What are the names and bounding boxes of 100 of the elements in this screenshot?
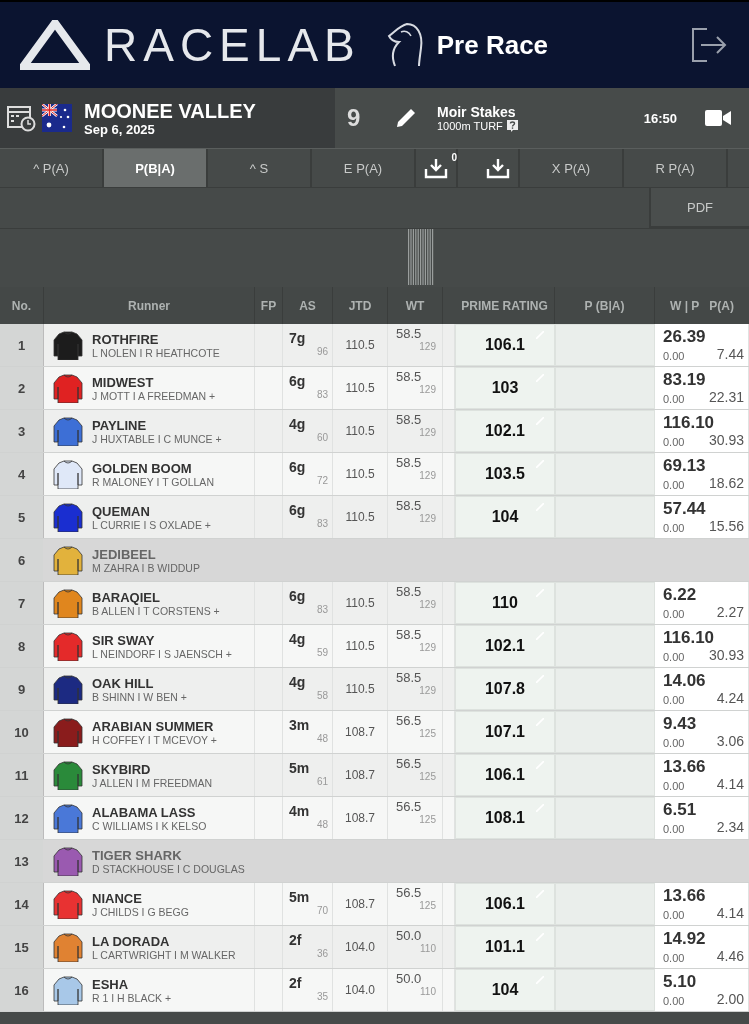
runner-number: 16 — [0, 969, 44, 1011]
jtd-value: 108.7 — [345, 768, 375, 782]
pdf-button[interactable]: PDF — [649, 188, 749, 228]
video-camera-icon[interactable] — [705, 109, 731, 127]
place-price: 0.00 — [663, 736, 685, 749]
weight-sub: 129 — [419, 685, 436, 696]
horse-name: ESHA — [92, 976, 130, 992]
weight-sub: 129 — [419, 384, 436, 395]
prime-rating-cell[interactable]: 106.1 — [455, 883, 555, 925]
prime-rating-cell[interactable]: 101.1 — [455, 926, 555, 968]
rating-sub: 59 — [316, 647, 328, 658]
rating-sub: 48 — [316, 819, 328, 830]
table-row[interactable]: 3 PAYLINE J HUXTABLE I C MUNCE + 4g 60 110.5 58.5 129 102.1 116.10 0.00 30.93 — [0, 410, 749, 453]
prime-rating: 110 — [492, 594, 518, 612]
weight-sub: 129 — [419, 599, 436, 610]
rating-sub: 61 — [316, 776, 328, 787]
table-row[interactable]: 12 ALABAMA LASS C WILLIAMS I K KELSO 4m 48 108.7 56.5 125 108.1 6.51 0.00 2.34 — [0, 797, 749, 840]
age-sex: 6g — [289, 373, 307, 389]
age-sex: 4g — [289, 631, 307, 647]
jockey-trainer: J MOTT I A FREEDMAN + — [92, 389, 216, 402]
jersey-icon — [52, 975, 84, 1005]
age-sex: 6g — [289, 459, 307, 475]
table-row[interactable]: 11 SKYBIRD J ALLEN I M FREEDMAN 5m 61 108.7 56.5 125 106.1 13.66 0.00 4.14 — [0, 754, 749, 797]
p-a-value: 30.93 — [708, 646, 744, 663]
prime-rating: 107.1 — [484, 723, 525, 741]
prime-rating: 107.8 — [484, 680, 525, 698]
weight-sub: 129 — [419, 427, 436, 438]
win-price: 116.10 — [663, 629, 716, 647]
runner-number: 10 — [0, 711, 44, 753]
calendar-clock-icon[interactable] — [6, 104, 36, 132]
tab[interactable]: P(B|A) — [104, 149, 208, 187]
column-header: W | P — [670, 298, 700, 313]
place-price: 0.00 — [663, 951, 685, 964]
jersey-icon — [52, 631, 84, 661]
jockey-trainer: R MALONEY I T GOLLAN — [92, 475, 214, 488]
prime-rating-cell[interactable]: 107.1 — [455, 711, 555, 753]
table-row[interactable]: 1 ROTHFIRE L NOLEN I R HEATHCOTE 7g 96 110.5 58.5 129 106.1 26.39 0.00 7.44 — [0, 324, 749, 367]
prime-rating-cell[interactable]: 104 — [455, 496, 555, 538]
jersey-icon — [52, 932, 84, 962]
prime-rating-cell[interactable]: 106.1 — [455, 324, 555, 366]
prime-rating: 104 — [491, 508, 519, 526]
weight: 58.5 — [396, 326, 423, 341]
prime-rating-cell[interactable]: 103.5 — [455, 453, 555, 495]
runner-number: 14 — [0, 883, 44, 925]
table-row[interactable]: 16 ESHA R 1 I H BLACK + 2f 35 104.0 50.0 110 104 5.10 0.00 2.00 — [0, 969, 749, 1012]
win-price: 69.13 — [663, 457, 707, 475]
jtd-value: 110.5 — [345, 381, 375, 395]
jockey-trainer: B ALLEN I T CORSTENS + — [92, 604, 220, 617]
prime-rating-cell[interactable]: 110 — [455, 582, 555, 624]
weight: 58.5 — [396, 584, 423, 599]
jtd-value: 110.5 — [345, 510, 375, 524]
weight-sub: 129 — [419, 642, 436, 653]
weight: 58.5 — [396, 627, 423, 642]
column-header: PRIME RATING — [461, 298, 548, 313]
prime-rating-cell[interactable]: 102.1 — [455, 410, 555, 452]
australian-flag-icon — [42, 104, 72, 132]
column-header: No. — [11, 298, 32, 313]
horse-name: TIGER SHARK — [92, 847, 183, 863]
horse-name: BARAQIEL — [92, 589, 161, 605]
table-row[interactable]: 14 NIANCE J CHILDS I G BEGG 5m 70 108.7 56.5 125 106.1 13.66 0.00 4.14 — [0, 883, 749, 926]
p-a-value: 22.31 — [708, 388, 744, 405]
table-row[interactable]: 6 JEDIBEEL M ZAHRA I B WIDDUP — [0, 539, 749, 582]
p-a-value: 2.00 — [716, 990, 744, 1007]
table-row[interactable]: 15 LA DORADA L CARTWRIGHT I M WALKER 2f 36 104.0 50.0 110 101.1 14.92 0.00 4.46 — [0, 926, 749, 969]
runner-number: 3 — [0, 410, 44, 452]
prime-rating-cell[interactable]: 106.1 — [455, 754, 555, 796]
triangle-logo-icon — [20, 20, 90, 70]
p-a-value: 4.46 — [716, 947, 744, 964]
weight-sub: 125 — [419, 814, 436, 825]
table-row[interactable]: 7 BARAQIEL B ALLEN I T CORSTENS + 6g 83 110.5 58.5 129 110 6.22 0.00 2.27 — [0, 582, 749, 625]
prime-rating: 103.5 — [484, 465, 525, 483]
race-details: 1000m TURF — [437, 120, 503, 132]
table-row[interactable]: 10 ARABIAN SUMMER H COFFEY I T MCEVOY + 3m 48 108.7 56.5 125 107.1 9.43 0.00 3.06 — [0, 711, 749, 754]
jersey-icon — [52, 545, 84, 575]
jersey-icon — [52, 588, 84, 618]
table-row[interactable]: 4 GOLDEN BOOM R MALONEY I T GOLLAN 6g 72 110.5 58.5 129 103.5 69.13 0.00 18.62 — [0, 453, 749, 496]
prime-rating-cell[interactable]: 102.1 — [455, 625, 555, 667]
logout-icon[interactable] — [689, 25, 729, 65]
horse-name: MIDWEST — [92, 374, 155, 390]
prime-rating-cell[interactable]: 104 — [455, 969, 555, 1011]
prime-rating-cell[interactable]: 107.8 — [455, 668, 555, 710]
table-row[interactable]: 9 OAK HILL B SHINN I W BEN + 4g 58 110.5 58.5 129 107.8 14.06 0.00 4.24 — [0, 668, 749, 711]
place-price: 0.00 — [663, 779, 685, 792]
help-icon[interactable] — [506, 120, 518, 132]
table-row[interactable]: 8 SIR SWAY L NEINDORF I S JAENSCH + 4g 59 110.5 58.5 129 102.1 116.10 0.00 30.93 — [0, 625, 749, 668]
table-row[interactable]: 5 QUEMAN L CURRIE I S OXLADE + 6g 83 110.5 58.5 129 104 57.44 0.00 15.56 — [0, 496, 749, 539]
runner-number: 4 — [0, 453, 44, 495]
p-a-value: 30.93 — [708, 431, 744, 448]
rating-sub: 58 — [316, 690, 328, 701]
jersey-icon — [52, 889, 84, 919]
horse-name: SIR SWAY — [92, 632, 156, 648]
table-row[interactable]: 13 TIGER SHARK D STACKHOUSE I C DOUGLAS — [0, 840, 749, 883]
win-price: 26.39 — [663, 328, 707, 346]
win-price: 13.66 — [663, 758, 707, 776]
table-row[interactable]: 2 MIDWEST J MOTT I A FREEDMAN + 6g 83 110.5 58.5 129 103 83.19 0.00 22.31 — [0, 367, 749, 410]
prime-rating-cell[interactable]: 103 — [455, 367, 555, 409]
prime-rating-cell[interactable]: 108.1 — [455, 797, 555, 839]
rating-sub: 35 — [316, 991, 328, 1002]
win-price: 14.92 — [663, 930, 707, 948]
p-a-value: 3.06 — [716, 732, 744, 749]
